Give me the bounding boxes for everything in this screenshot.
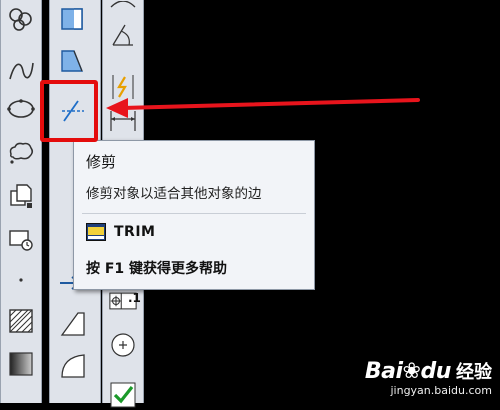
circle-icon[interactable] [6,4,36,34]
watermark-logo-suffix: du [420,359,451,384]
draw-toolbar-left [0,0,42,403]
rectangle-icon[interactable] [57,4,87,34]
angular-dimension-icon[interactable] [108,20,138,50]
stretch-icon[interactable] [57,46,87,76]
tooltip-command: TRIM [114,224,156,240]
fillet-icon[interactable] [57,308,87,338]
spline-icon[interactable] [6,56,36,86]
tooltip-help: 按 F1 键获得更多帮助 [86,261,228,277]
baidu-watermark: Bai❀du 经验 jingyan.baidu.com [365,358,492,397]
hatch-icon[interactable] [6,306,36,336]
command-line-icon [86,223,106,241]
point-icon[interactable] [6,265,36,295]
ellipse-icon[interactable] [6,94,36,124]
watermark-logo: Bai [364,359,403,384]
tooltip-description: 修剪对象以适合其他对象的边 [86,186,262,202]
block-icon[interactable] [6,180,36,210]
tooltip: 修剪 修剪对象以适合其他对象的边 TRIM 按 F1 键获得更多帮助 [73,140,315,290]
revision-cloud-icon[interactable] [6,137,36,167]
tooltip-title: 修剪 [86,153,117,171]
watermark-paw-icon: ❀ [402,359,421,384]
trim-highlight-box [40,80,98,142]
check-icon[interactable] [108,380,138,410]
gradient-icon[interactable] [6,349,36,379]
center-mark-icon[interactable] [108,330,138,360]
annotation-arrow [106,98,420,118]
watermark-url: jingyan.baidu.com [390,384,492,397]
watermark-text: 经验 [456,362,492,383]
scale-label: .1 [128,291,141,305]
tooltip-divider [82,213,306,214]
insert-block-icon[interactable] [6,224,36,254]
arc-icon[interactable] [57,350,87,380]
